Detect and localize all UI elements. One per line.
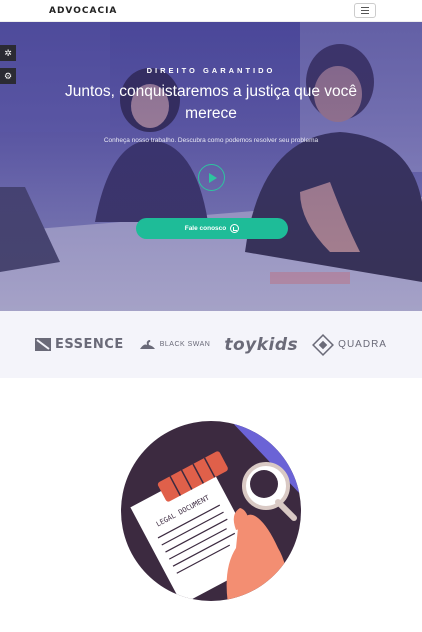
gear-icon-glyph: ⚙ (3, 70, 13, 81)
sun-icon[interactable]: ✲ (0, 45, 16, 61)
logo-black-swan-name: BLACK SWAN (159, 341, 211, 348)
logo-essence: ESSENCE (35, 337, 124, 352)
navbar: ADVOCACIA (0, 0, 422, 22)
play-icon (208, 172, 217, 183)
hero-content: DIREITO GARANTIDO Juntos, conquistaremos… (0, 22, 422, 311)
logo-toykids: toykids (224, 335, 298, 355)
hero-subtitle: Conheça nosso trabalho. Descubra como po… (103, 137, 319, 144)
logo-quadra: QUADRA (312, 333, 387, 356)
quadra-logo-icon (312, 333, 335, 356)
whatsapp-icon (230, 224, 240, 233)
logo-toykids-name: toykids (224, 334, 299, 355)
logo-quadra-name: QUADRA (338, 339, 387, 350)
illustration-section: LEGAL DOCUMENT (0, 378, 422, 632)
hero-title: Juntos, conquistaremos a justiça que voc… (64, 83, 358, 122)
essence-logo-icon (35, 338, 52, 351)
logo-essence-name: ESSENCE (55, 337, 124, 352)
gear-icon[interactable]: ⚙ (0, 68, 16, 84)
sun-icon-glyph: ✲ (4, 47, 12, 58)
play-video-button[interactable] (198, 164, 225, 191)
contact-button[interactable]: Fale conosco (136, 218, 288, 239)
swan-logo-icon (139, 339, 155, 349)
legal-document-illustration: LEGAL DOCUMENT (121, 421, 301, 601)
hero-kicker: DIREITO GARANTIDO (146, 66, 276, 75)
contact-button-label: Fale conosco (184, 225, 227, 232)
client-logos-strip: ESSENCE BLACK SWAN toykids QUADRA (0, 311, 422, 378)
brand-logo[interactable]: ADVOCACIA (49, 6, 117, 16)
hero-section: DIREITO GARANTIDO Juntos, conquistaremos… (0, 22, 422, 311)
hamburger-menu-icon[interactable] (354, 3, 376, 18)
logo-black-swan: BLACK SWAN (138, 339, 211, 351)
